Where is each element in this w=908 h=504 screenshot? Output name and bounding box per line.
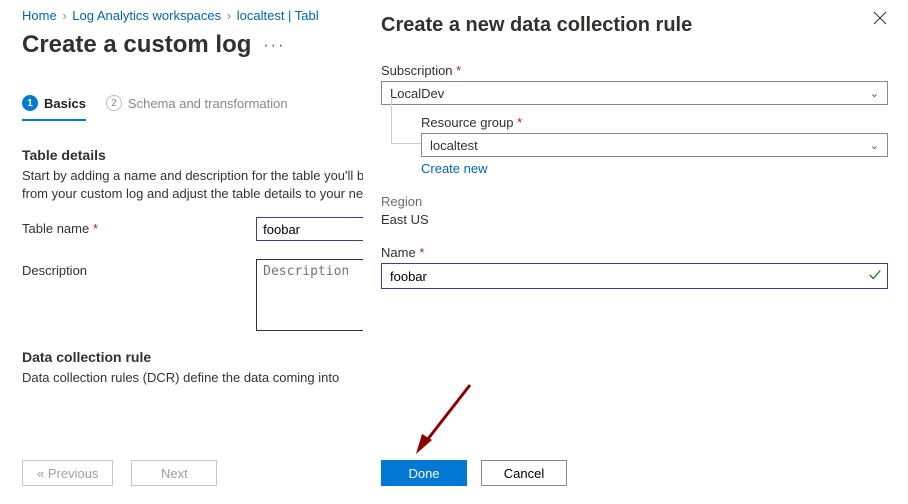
panel-title: Create a new data collection rule bbox=[381, 14, 692, 37]
tab-basics[interactable]: 1 Basics bbox=[22, 95, 86, 121]
crumb-workspaces[interactable]: Log Analytics workspaces bbox=[72, 8, 221, 23]
region-value: East US bbox=[381, 212, 888, 227]
name-input[interactable] bbox=[381, 263, 888, 289]
tab-schema[interactable]: 2 Schema and transformation bbox=[106, 95, 288, 121]
description-label: Description bbox=[22, 259, 256, 278]
region-label: Region bbox=[381, 194, 888, 209]
tab-label: Basics bbox=[44, 96, 86, 111]
cancel-button[interactable]: Cancel bbox=[481, 460, 567, 486]
step-number: 1 bbox=[22, 95, 38, 111]
next-button[interactable]: Next bbox=[131, 460, 217, 486]
dropdown-value: LocalDev bbox=[390, 86, 444, 101]
close-icon[interactable] bbox=[872, 10, 888, 26]
done-button[interactable]: Done bbox=[381, 460, 467, 486]
chevron-right-icon: › bbox=[62, 8, 66, 23]
wizard-nav: « Previous Next bbox=[22, 460, 217, 486]
more-icon[interactable]: ··· bbox=[263, 37, 285, 65]
subscription-label: Subscription * bbox=[381, 63, 888, 78]
crumb-home[interactable]: Home bbox=[22, 8, 57, 23]
table-name-label: Table name * bbox=[22, 217, 256, 236]
subscription-dropdown[interactable]: LocalDev ⌄ bbox=[381, 81, 888, 105]
previous-button[interactable]: « Previous bbox=[22, 460, 113, 486]
tab-label: Schema and transformation bbox=[128, 96, 288, 111]
checkmark-icon bbox=[868, 268, 882, 285]
crumb-instance[interactable]: localtest | Tabl bbox=[237, 8, 319, 23]
chevron-down-icon: ⌄ bbox=[870, 139, 879, 152]
resource-group-label: Resource group * bbox=[421, 115, 888, 130]
chevron-down-icon: ⌄ bbox=[870, 87, 879, 100]
dropdown-value: localtest bbox=[430, 138, 478, 153]
step-number: 2 bbox=[106, 95, 122, 111]
create-dcr-panel: Create a new data collection rule Subscr… bbox=[363, 0, 908, 504]
create-new-link[interactable]: Create new bbox=[421, 161, 487, 176]
name-label: Name * bbox=[381, 245, 888, 260]
resource-group-dropdown[interactable]: localtest ⌄ bbox=[421, 133, 888, 157]
chevron-right-icon: › bbox=[227, 8, 231, 23]
page-title: Create a custom log bbox=[22, 31, 251, 59]
